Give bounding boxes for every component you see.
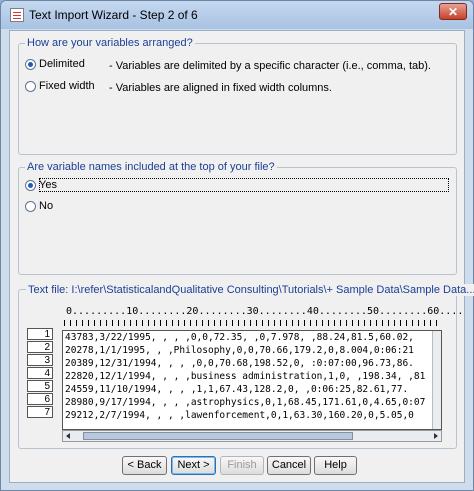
vertical-scrollbar[interactable] bbox=[432, 331, 441, 429]
yes-label: Yes bbox=[39, 179, 57, 191]
arrangement-legend: How are your variables arranged? bbox=[25, 37, 195, 49]
names-legend: Are variable names included at the top o… bbox=[25, 161, 277, 173]
app-icon bbox=[10, 8, 24, 22]
wizard-body: How are your variables arranged? Delimit… bbox=[9, 30, 474, 483]
row-numbers: 1234567 bbox=[27, 328, 57, 419]
data-preview[interactable]: 43783,3/22/1995, , , ,0,0,72.35, ,0,7.97… bbox=[62, 330, 442, 430]
no-label: No bbox=[39, 200, 54, 212]
names-group: Are variable names included at the top o… bbox=[18, 161, 457, 275]
preview-line: 20389,12/31/1994, , , ,0,0,70.68,198.52,… bbox=[65, 358, 414, 369]
row-number: 6 bbox=[27, 393, 53, 405]
cancel-button[interactable]: Cancel bbox=[267, 456, 311, 475]
row-number: 7 bbox=[27, 406, 53, 418]
fixed-width-option[interactable]: Fixed width bbox=[25, 80, 95, 92]
close-button[interactable]: ✕ bbox=[439, 3, 467, 20]
preview-line: 22820,12/1/1994, , , ,business administr… bbox=[65, 371, 426, 382]
scroll-right-icon[interactable] bbox=[434, 433, 438, 439]
horizontal-scrollbar[interactable] bbox=[62, 430, 442, 442]
ruler-ticks bbox=[64, 320, 442, 326]
fixed-width-radio[interactable] bbox=[25, 80, 36, 92]
delimited-desc: - Variables are delimited by a specific … bbox=[109, 60, 431, 72]
text-file-label: Text file: I:\refer\StatisticalandQualit… bbox=[26, 284, 474, 296]
yes-focus-outline bbox=[39, 178, 449, 192]
preview-line: 24559,11/10/1994, , , ,1,1,67.43,128.2,0… bbox=[65, 384, 409, 395]
row-number: 3 bbox=[27, 354, 53, 366]
row-number: 4 bbox=[27, 367, 53, 379]
next-button[interactable]: Next > bbox=[171, 456, 216, 475]
help-button[interactable]: Help bbox=[314, 456, 357, 475]
fixed-width-desc: - Variables are aligned in fixed width c… bbox=[109, 82, 332, 94]
row-number: 5 bbox=[27, 380, 53, 392]
arrangement-group: How are your variables arranged? Delimit… bbox=[18, 37, 457, 155]
back-button[interactable]: < Back bbox=[122, 456, 167, 475]
delimited-radio[interactable] bbox=[25, 58, 36, 70]
no-radio[interactable] bbox=[25, 200, 36, 212]
row-number: 1 bbox=[27, 328, 53, 340]
delimited-label: Delimited bbox=[39, 58, 85, 70]
scroll-left-icon[interactable] bbox=[66, 433, 70, 439]
window-title: Text Import Wizard - Step 2 of 6 bbox=[29, 8, 198, 22]
title-bar: Text Import Wizard - Step 2 of 6 ✕ bbox=[1, 1, 473, 29]
finish-button[interactable]: Finish bbox=[220, 456, 264, 475]
row-number: 2 bbox=[27, 341, 53, 353]
preview-line: 29212,2/7/1994, , , ,lawenforcement,0,1,… bbox=[65, 410, 414, 421]
delimited-option[interactable]: Delimited bbox=[25, 58, 85, 70]
yes-radio[interactable] bbox=[25, 179, 36, 191]
yes-option[interactable]: Yes bbox=[25, 179, 57, 191]
no-option[interactable]: No bbox=[25, 200, 53, 212]
preview-line: 28980,9/17/1994, , , ,astrophysics,0,1,6… bbox=[65, 397, 426, 408]
column-ruler: 0.........10........20........30........… bbox=[66, 306, 464, 317]
preview-line: 20278,1/1/1995, , ,Philosophy,0,0,70.66,… bbox=[65, 345, 414, 356]
scroll-thumb[interactable] bbox=[83, 432, 353, 440]
preview-line: 43783,3/22/1995, , , ,0,0,72.35, ,0,7.97… bbox=[65, 332, 414, 343]
wizard-window: Text Import Wizard - Step 2 of 6 ✕ How a… bbox=[0, 0, 474, 491]
fixed-width-label: Fixed width bbox=[39, 80, 95, 92]
